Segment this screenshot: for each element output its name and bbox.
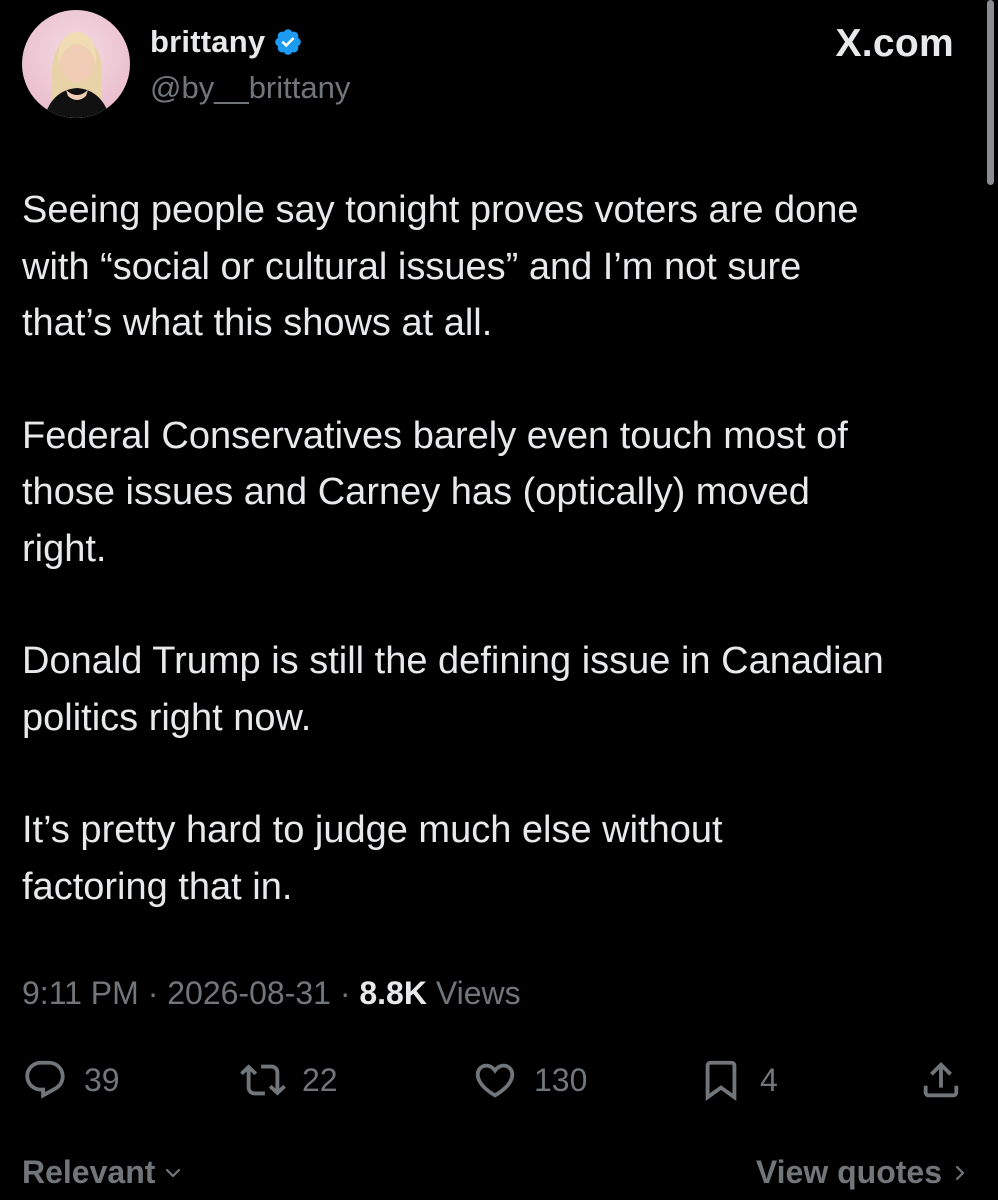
meta-separator: · [138,975,168,1011]
sort-replies-dropdown[interactable]: Relevant [22,1154,183,1191]
sort-label: Relevant [22,1154,156,1190]
avatar[interactable] [22,10,130,118]
like-button[interactable]: 130 [472,1052,587,1108]
tweet-date[interactable]: 2026-08-31 [167,975,331,1011]
share-icon [923,1061,959,1098]
bookmark-count: 4 [760,1061,778,1098]
tweet-paragraph: Seeing people say tonight proves voters … [22,189,859,344]
views-label: Views [426,975,521,1011]
verified-badge-icon [275,29,302,55]
source-logo: X.com [835,22,954,65]
bookmark-button[interactable]: 4 [698,1052,778,1108]
author-name-row[interactable]: brittany [150,22,303,62]
reply-button[interactable]: 39 [22,1052,120,1108]
reply-count: 39 [84,1061,120,1098]
scrollbar[interactable] [987,0,994,185]
heart-icon [475,1063,515,1098]
author-handle[interactable]: @by__brittany [150,70,350,106]
view-quotes-label: View quotes [755,1154,942,1190]
view-quotes-link[interactable]: View quotes [756,1154,970,1191]
repost-button[interactable]: 22 [240,1052,338,1108]
tweet-meta: 9:11 PM · 2026-08-31 · 8.8K Views [22,975,521,1012]
chevron-right-icon [955,1165,965,1180]
chevron-down-icon [166,1168,181,1177]
tweet-paragraph: Donald Trump is still the defining issue… [22,640,884,739]
bookmark-icon [705,1060,737,1101]
action-bar: 39 22 130 4 [22,1052,972,1108]
tweet-paragraph: It’s pretty hard to judge much else with… [22,809,723,908]
repost-icon [240,1064,286,1096]
views-count: 8.8K [359,975,427,1011]
like-count: 130 [534,1061,588,1098]
repost-count: 22 [302,1061,338,1098]
tweet-paragraph: Federal Conservatives barely even touch … [22,414,848,570]
author-display-name[interactable]: brittany [150,24,265,60]
reply-icon [25,1060,65,1099]
tweet-text: Seeing people say tonight proves voters … [22,182,972,971]
share-button[interactable] [918,1052,964,1108]
tweet-time[interactable]: 9:11 PM [22,975,139,1011]
meta-separator: · [330,975,360,1011]
